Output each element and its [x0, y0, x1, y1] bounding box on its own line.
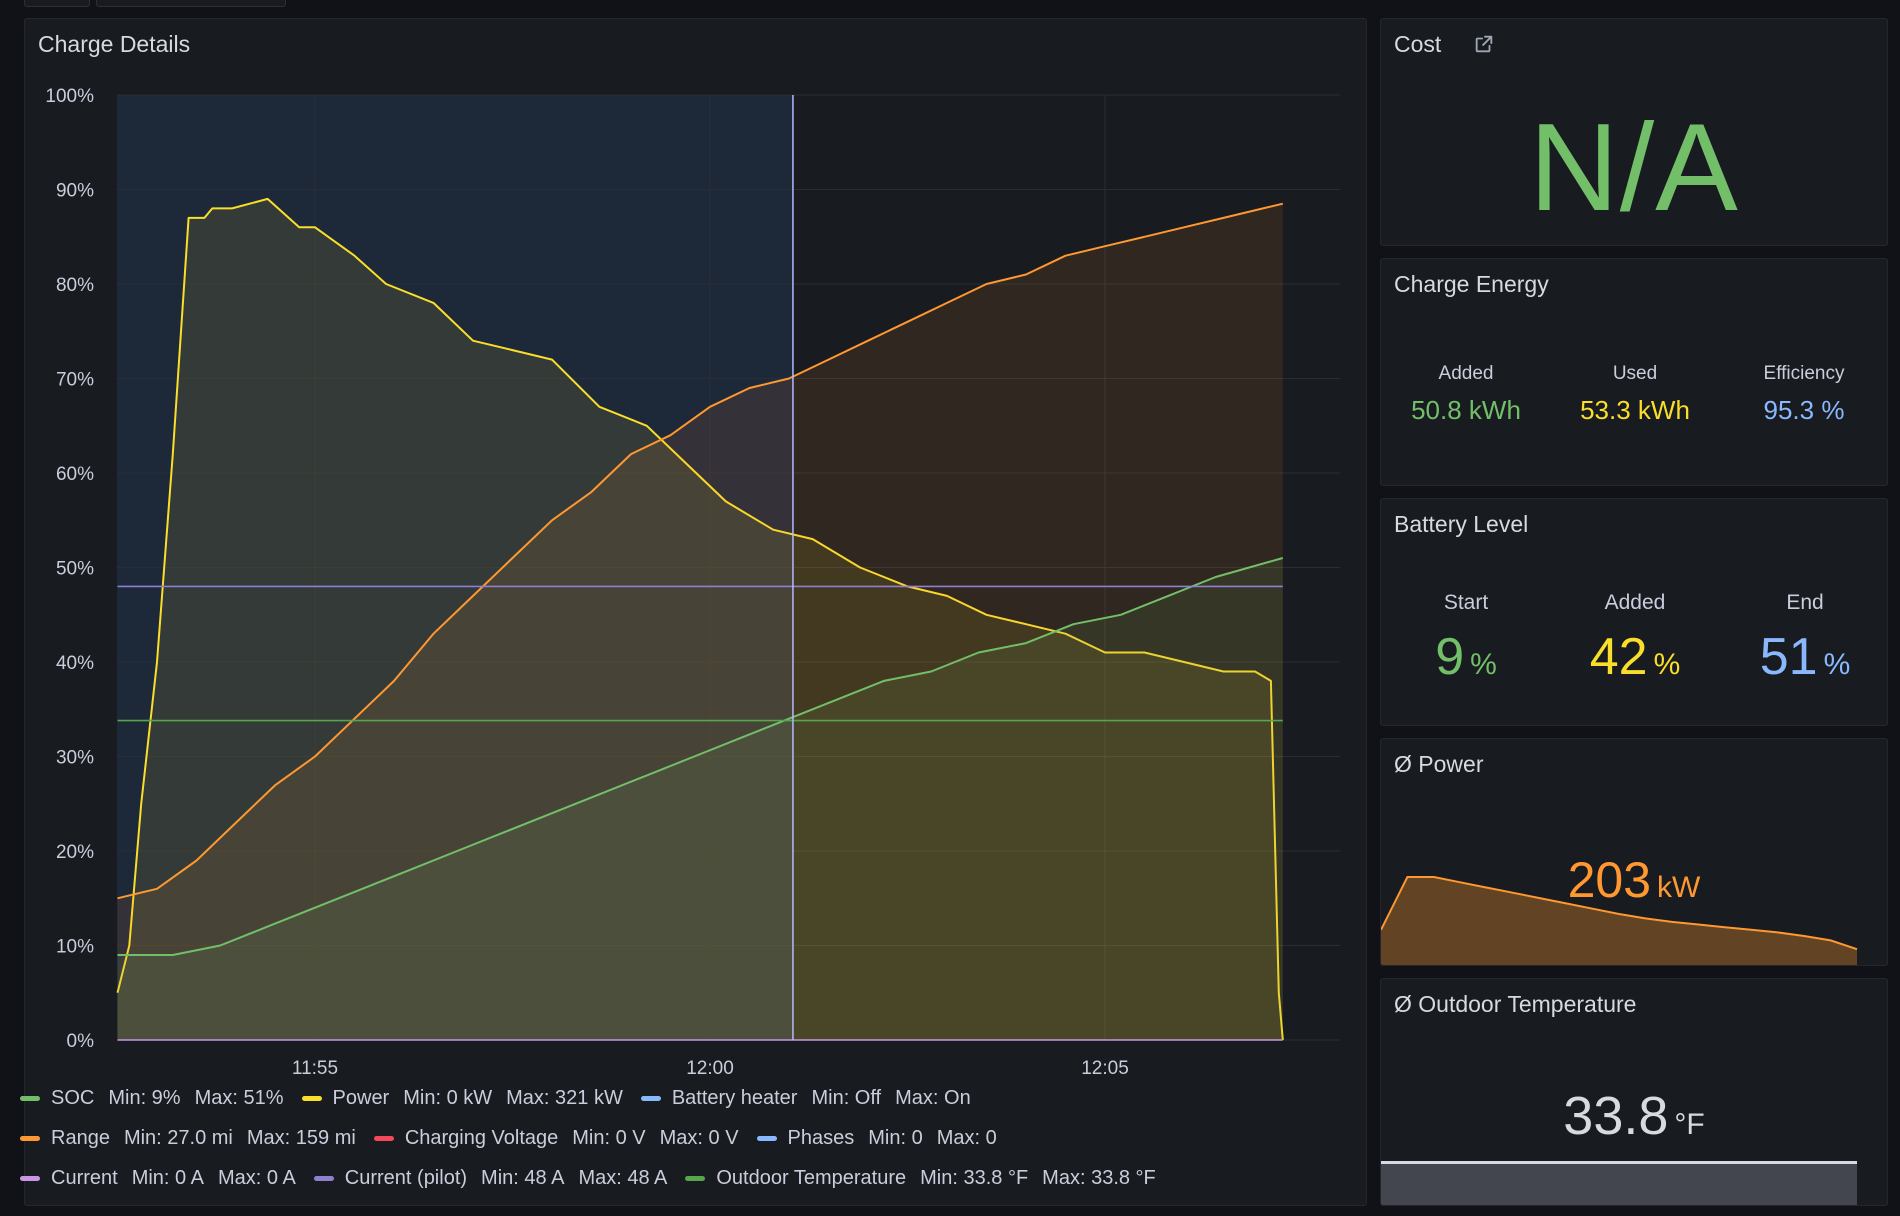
legend-item[interactable]: Current Min: 0 A Max: 0 A	[20, 1167, 296, 1190]
legend-name: Current (pilot)	[344, 1166, 468, 1189]
stat-value: 50.8 kWh	[1411, 395, 1521, 425]
legend-name: Phases	[787, 1126, 855, 1149]
legend-item[interactable]: Power Min: 0 kW Max: 321 kW	[301, 1086, 623, 1110]
battery-added: Added 42%	[1555, 591, 1715, 687]
legend-item[interactable]: Phases Min: 0 Max: 0	[756, 1126, 997, 1150]
legend-max: Max: 0 A	[217, 1166, 296, 1189]
stat-label: Used	[1612, 363, 1658, 384]
stat-value: 9	[1435, 628, 1465, 686]
legend-name: Outdoor Temperature	[716, 1166, 907, 1189]
stat-label: End	[1786, 591, 1824, 614]
legend-max: Max: 51%	[194, 1086, 284, 1109]
legend-min: Min: 9%	[108, 1086, 181, 1109]
stat-label: Efficiency	[1763, 363, 1845, 384]
top-toolbar	[0, 0, 1900, 8]
legend-min: Min: 48 A	[481, 1166, 565, 1189]
legend-max: Max: 159 mi	[246, 1126, 356, 1149]
external-link-icon[interactable]	[1473, 33, 1495, 55]
legend-swatch	[756, 1135, 777, 1141]
legend-max: Max: 0	[936, 1126, 997, 1149]
battery-end: End 51%	[1725, 591, 1885, 687]
stat-value: 33.8	[1563, 1086, 1669, 1146]
charge-details-panel: Charge Details	[24, 18, 1367, 1206]
stat-value: 95.3 %	[1763, 395, 1845, 425]
temperature-value: 33.8 °F	[1381, 1085, 1887, 1147]
legend-item[interactable]: Range Min: 27.0 mi Max: 159 mi	[20, 1127, 356, 1150]
panel-title[interactable]: Battery Level	[1394, 511, 1528, 538]
toolbar-button[interactable]	[24, 0, 90, 7]
legend-item[interactable]: Battery heater Min: Off Max: On	[640, 1086, 971, 1110]
legend-swatch	[640, 1095, 661, 1101]
legend-name: Charging Voltage	[404, 1126, 559, 1149]
panel-title[interactable]: Ø Outdoor Temperature	[1394, 991, 1636, 1018]
battery-level-panel: Battery Level Start 9% Added 42% End 51%	[1380, 498, 1888, 726]
legend-row: Range Min: 27.0 mi Max: 159 mi Charging Vol…	[20, 1118, 1174, 1158]
legend-min: Min: 0 kW	[403, 1086, 493, 1109]
legend-row: SOC Min: 9% Max: 51% Power Min: 0 kW Max: 321…	[20, 1078, 1174, 1118]
temperature-sparkline	[1381, 1161, 1857, 1205]
stat-label: Start	[1443, 591, 1489, 614]
power-panel: Ø Power 203 kW	[1380, 738, 1888, 966]
legend-item[interactable]: SOC Min: 9% Max: 51%	[20, 1087, 284, 1110]
legend-max: Max: 0 V	[659, 1126, 739, 1149]
stat-unit: kW	[1657, 871, 1701, 904]
stat-added: Added 50.8 kWh	[1381, 363, 1551, 426]
panel-title[interactable]: Cost	[1394, 31, 1441, 58]
legend-swatch	[20, 1135, 40, 1141]
legend-min: Min: Off	[811, 1086, 882, 1109]
outdoor-temperature-panel: Ø Outdoor Temperature 33.8 °F	[1380, 978, 1888, 1206]
legend-item[interactable]: Outdoor Temperature Min: 33.8 °F Max: 33.8…	[685, 1166, 1156, 1190]
legend-item[interactable]: Current (pilot) Min: 48 A Max: 48 A	[313, 1166, 668, 1190]
chart-legend: SOC Min: 9% Max: 51% Power Min: 0 kW Max: 321…	[20, 1078, 1174, 1198]
panel-title[interactable]: Charge Energy	[1394, 271, 1549, 298]
stat-label: Added	[1438, 363, 1494, 384]
legend-row: Current Min: 0 A Max: 0 A Current (pilot) Mi…	[20, 1158, 1174, 1198]
toolbar-dropdown[interactable]	[96, 0, 286, 7]
panel-title[interactable]: Charge Details	[38, 31, 190, 58]
legend-max: Max: On	[895, 1086, 971, 1109]
legend-swatch	[685, 1175, 706, 1181]
legend-min: Min: 27.0 mi	[123, 1126, 233, 1149]
legend-min: Min: 33.8 °F	[920, 1166, 1029, 1189]
legend-name: Battery heater	[671, 1086, 798, 1109]
legend-name: Current	[51, 1166, 118, 1189]
legend-min: Min: 0	[868, 1126, 923, 1149]
charge-energy-panel: Charge Energy Added 50.8 kWh Used 53.3 k…	[1380, 258, 1888, 486]
legend-swatch	[373, 1135, 394, 1141]
stat-value: 51	[1759, 628, 1818, 686]
stat-unit: %	[1470, 648, 1497, 681]
legend-min: Min: 0 V	[572, 1126, 646, 1149]
legend-name: Range	[51, 1126, 110, 1149]
stat-value: 42	[1589, 628, 1648, 686]
legend-min: Min: 0 A	[131, 1166, 204, 1189]
legend-name: SOC	[51, 1086, 95, 1109]
stat-value: 53.3 kWh	[1580, 395, 1690, 425]
legend-max: Max: 321 kW	[506, 1086, 623, 1109]
stat-used: Used 53.3 kWh	[1550, 363, 1720, 426]
stat-value: 203	[1567, 852, 1652, 908]
legend-swatch	[20, 1175, 40, 1181]
legend-swatch	[20, 1095, 40, 1101]
stat-unit: °F	[1674, 1108, 1705, 1141]
stat-efficiency: Efficiency 95.3 %	[1719, 363, 1887, 426]
cost-value: N/A	[1529, 99, 1739, 237]
legend-max: Max: 48 A	[578, 1166, 668, 1189]
power-value: 203 kW	[1381, 851, 1887, 909]
cost-panel: Cost N/A	[1380, 18, 1888, 246]
legend-name: Power	[332, 1086, 390, 1109]
legend-item[interactable]: Charging Voltage Min: 0 V Max: 0 V	[373, 1126, 739, 1150]
stat-unit: %	[1823, 648, 1851, 681]
stat-unit: %	[1653, 648, 1681, 681]
legend-swatch	[313, 1175, 334, 1181]
stat-label: Added	[1604, 591, 1666, 614]
legend-max: Max: 33.8 °F	[1042, 1166, 1156, 1189]
battery-start: Start 9%	[1386, 591, 1546, 687]
legend-swatch	[301, 1095, 322, 1101]
